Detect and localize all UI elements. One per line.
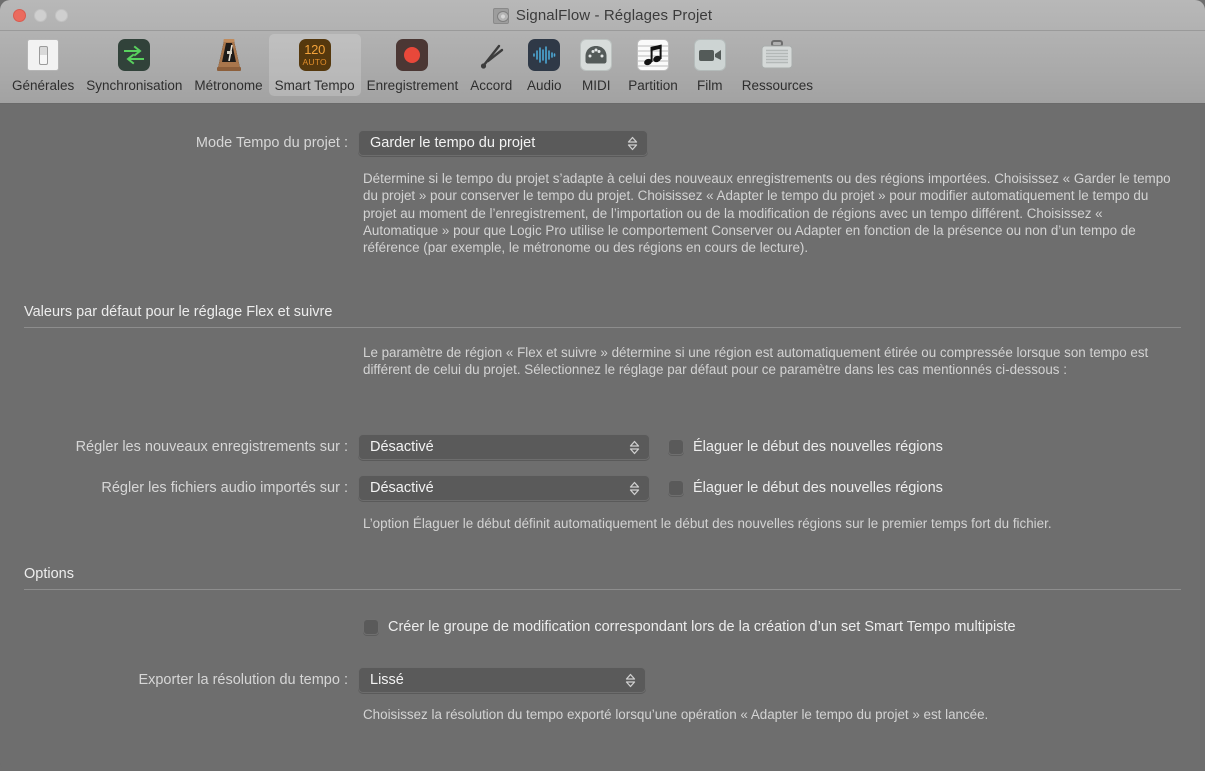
project-document-icon (492, 7, 509, 24)
trim-new-regions-checkbox-2[interactable] (668, 480, 684, 496)
tab-film[interactable]: Film (684, 34, 736, 96)
options-section-header: Options (24, 566, 1181, 590)
trim-new-regions-label-1: Élaguer le début des nouvelles régions (693, 439, 943, 455)
create-edit-group-label: Créer le groupe de modification correspo… (388, 619, 1016, 635)
export-resolution-label: Exporter la résolution du tempo : (138, 672, 348, 688)
tab-label: Film (697, 78, 723, 93)
briefcase-icon (759, 37, 795, 73)
tempo-mode-description: Détermine si le tempo du projet s’adapte… (363, 171, 1171, 256)
trim-new-regions-checkbox-1[interactable] (668, 439, 684, 455)
tab-label: Accord (470, 78, 513, 93)
light-switch-icon (25, 37, 61, 73)
tab-label: Smart Tempo (274, 78, 355, 93)
export-resolution-row: Exporter la résolution du tempo : Lissé (0, 667, 646, 693)
window-title-group: SignalFlow - Réglages Projet (0, 0, 1205, 31)
section-divider (24, 327, 1181, 328)
imported-audio-label: Régler les fichiers audio importés sur : (101, 480, 348, 496)
chevron-up-down-icon (628, 439, 641, 456)
tab-synchronisation[interactable]: Synchronisation (80, 34, 188, 96)
chevron-up-down-icon (628, 480, 641, 497)
tempo-mode-row: Mode Tempo du projet : Garder le tempo d… (0, 130, 658, 156)
settings-window: SignalFlow - Réglages Projet Générales S… (0, 0, 1205, 771)
new-recordings-label: Régler les nouveaux enregistrements sur … (75, 439, 348, 455)
imported-audio-value: Désactivé (370, 480, 434, 496)
waveform-icon (526, 37, 562, 73)
tab-label: Audio (526, 78, 562, 93)
window-controls (13, 9, 68, 22)
export-resolution-select[interactable]: Lissé (358, 667, 646, 693)
smart-tempo-icon: 120 AUTO (297, 37, 333, 73)
close-button-icon[interactable] (13, 9, 26, 22)
tab-label: Générales (12, 78, 75, 93)
tempo-mode-value: Garder le tempo du projet (370, 135, 536, 151)
tab-ressources[interactable]: Ressources (736, 34, 819, 96)
tuning-fork-icon (473, 37, 509, 73)
tab-midi[interactable]: MIDI (570, 34, 622, 96)
record-dot-icon (394, 37, 430, 73)
create-edit-group-checkbox[interactable] (363, 619, 379, 635)
chevron-up-down-icon (626, 135, 639, 152)
trim-note: L’option Élaguer le début définit automa… (363, 516, 1052, 531)
flex-section-description: Le paramètre de région « Flex et suivre … (363, 345, 1149, 378)
window-title: SignalFlow - Réglages Projet (515, 7, 713, 24)
sync-arrows-icon (116, 37, 152, 73)
tab-smart-tempo[interactable]: 120 AUTO Smart Tempo (268, 34, 361, 96)
tempo-mode-label: Mode Tempo du projet : (195, 135, 348, 151)
tab-accord[interactable]: Accord (464, 34, 518, 96)
new-recordings-row: Régler les nouveaux enregistrements sur … (0, 434, 943, 460)
tab-enregistrement[interactable]: Enregistrement (361, 34, 465, 96)
tab-label: Enregistrement (366, 78, 459, 93)
tab-generales[interactable]: Générales (6, 34, 80, 96)
imported-audio-row: Régler les fichiers audio importés sur :… (0, 475, 943, 501)
tab-label: Partition (628, 78, 678, 93)
new-recordings-value: Désactivé (370, 439, 434, 455)
edit-group-row: Créer le groupe de modification correspo… (363, 619, 1016, 635)
tempo-auto-label: AUTO (302, 57, 327, 68)
tab-metronome[interactable]: Métronome (188, 34, 268, 96)
tab-label: Métronome (194, 78, 263, 93)
tab-partition[interactable]: Partition (622, 34, 684, 96)
tab-label: Synchronisation (86, 78, 183, 93)
chevron-up-down-icon (624, 672, 637, 689)
section-divider (24, 589, 1181, 590)
export-resolution-note: Choisissez la résolution du tempo export… (363, 707, 989, 722)
video-camera-icon (692, 37, 728, 73)
options-section-title: Options (24, 566, 74, 582)
preferences-toolbar: Générales Synchronisation Métronome 120 … (0, 31, 1205, 104)
title-bar: SignalFlow - Réglages Projet (0, 0, 1205, 31)
flex-section-title: Valeurs par défaut pour le réglage Flex … (24, 304, 333, 320)
minimize-button-icon[interactable] (34, 9, 47, 22)
new-recordings-select[interactable]: Désactivé (358, 434, 650, 460)
export-resolution-value: Lissé (370, 672, 404, 688)
tab-audio[interactable]: Audio (518, 34, 570, 96)
tempo-mode-select[interactable]: Garder le tempo du projet (358, 130, 648, 156)
flex-section-header: Valeurs par défaut pour le réglage Flex … (24, 304, 1181, 328)
tempo-bpm-value: 120 (304, 42, 326, 58)
imported-audio-select[interactable]: Désactivé (358, 475, 650, 501)
music-note-staff-icon (635, 37, 671, 73)
tab-label: MIDI (582, 78, 611, 93)
smart-tempo-settings-panel: Mode Tempo du projet : Garder le tempo d… (0, 104, 1205, 770)
midi-connector-icon (578, 37, 614, 73)
metronome-icon (211, 37, 247, 73)
maximize-button-icon[interactable] (55, 9, 68, 22)
tab-label: Ressources (741, 78, 814, 93)
trim-new-regions-label-2: Élaguer le début des nouvelles régions (693, 480, 943, 496)
